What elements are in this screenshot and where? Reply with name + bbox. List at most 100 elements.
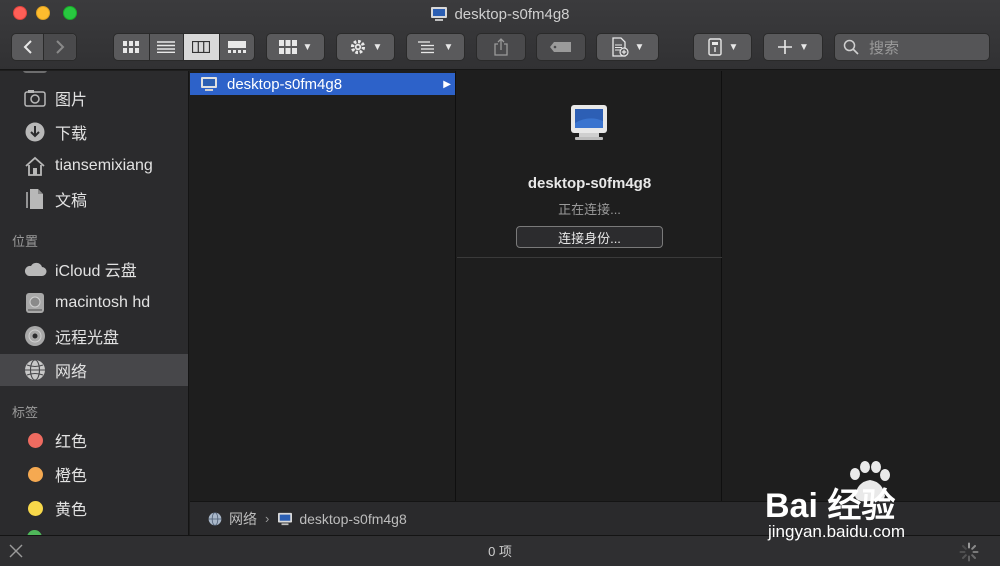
window-title-text: desktop-s0fm4g8 xyxy=(454,6,570,23)
sidebar-item-label: 橙色 xyxy=(55,468,88,485)
divider xyxy=(457,257,722,258)
group-by-button[interactable]: ▼ xyxy=(266,33,325,61)
icon-view-button[interactable] xyxy=(114,34,150,60)
usb-drive-icon xyxy=(707,38,722,56)
sidebar-item-tag-orange[interactable]: 橙色 xyxy=(0,458,188,490)
computer-icon xyxy=(278,512,293,525)
connect-as-button[interactable]: 连接身份... xyxy=(516,226,663,248)
column-view-button[interactable] xyxy=(184,34,220,60)
search-placeholder: 搜索 xyxy=(869,39,900,57)
download-icon xyxy=(23,120,47,144)
harddisk-icon xyxy=(23,291,47,315)
icloud-icon xyxy=(23,257,47,281)
red-tag-icon xyxy=(27,432,43,448)
yellow-tag-icon xyxy=(27,500,43,516)
chevron-right-icon xyxy=(56,40,65,54)
tags-button[interactable] xyxy=(536,33,586,61)
path-item-computer[interactable]: desktop-s0fm4g8 xyxy=(277,510,407,527)
sidebar-item-label: tiansemixiang xyxy=(55,157,153,174)
action-button[interactable]: ▼ xyxy=(336,33,395,61)
sidebar-item-label: 图片 xyxy=(55,92,88,109)
group-grid-icon xyxy=(278,40,297,54)
computer-large-icon xyxy=(569,103,609,148)
path-item-label: desktop-s0fm4g8 xyxy=(299,510,407,527)
search-field[interactable]: 搜索 xyxy=(834,33,990,61)
gear-icon xyxy=(350,39,365,55)
sidebar-item-remote-disc[interactable]: 远程光盘 xyxy=(0,320,188,352)
sidebar-item-tag-yellow[interactable]: 黄色 xyxy=(0,492,188,524)
new-document-button[interactable]: ▼ xyxy=(596,33,659,61)
navigation-group xyxy=(11,33,77,61)
sidebar-item-pictures[interactable]: 图片 xyxy=(0,82,188,114)
search-icon xyxy=(843,39,859,55)
chevron-down-icon: ▼ xyxy=(728,41,739,53)
preview-pane: desktop-s0fm4g8 正在连接... 连接身份... xyxy=(457,71,722,501)
gallery-view-button[interactable] xyxy=(220,34,255,60)
network-icon xyxy=(23,358,47,382)
partial-item-icon xyxy=(23,71,47,73)
column-network: desktop-s0fm4g8 ▶ xyxy=(190,71,456,501)
list-icon xyxy=(157,41,176,53)
sidebar-item-label: macintosh hd xyxy=(55,294,151,311)
disclosure-arrow-icon: ▶ xyxy=(443,78,451,90)
list-item-label: desktop-s0fm4g8 xyxy=(227,75,343,93)
computer-icon xyxy=(430,6,448,28)
chevron-left-icon xyxy=(23,40,32,54)
documents-icon xyxy=(23,187,47,211)
tag-icon xyxy=(550,42,571,52)
chevron-down-icon: ▼ xyxy=(634,41,645,53)
sidebar-item-documents[interactable]: 文稿 xyxy=(0,183,188,215)
preview-name: desktop-s0fm4g8 xyxy=(527,175,652,192)
photos-icon xyxy=(23,86,47,110)
sidebar-item-label: iCloud 云盘 xyxy=(55,263,137,280)
home-icon xyxy=(23,154,47,178)
sidebar-item-label: 下载 xyxy=(55,126,88,143)
sidebar-item-icloud[interactable]: iCloud 云盘 xyxy=(0,253,188,285)
sidebar-item-tag-red[interactable]: 红色 xyxy=(0,424,188,456)
spinner-icon xyxy=(959,542,979,566)
chevron-down-icon: ▼ xyxy=(302,41,313,53)
network-icon xyxy=(208,511,222,526)
path-item-label: 网络 xyxy=(229,510,257,527)
baidu-jingyan-watermark: Bai 经验 jingyan.baidu.com xyxy=(765,460,995,545)
tags-header: 标签 xyxy=(12,405,39,420)
list-view-button[interactable] xyxy=(150,34,185,60)
document-add-icon xyxy=(611,37,629,57)
orange-tag-icon xyxy=(27,466,43,482)
locations-header: 位置 xyxy=(12,234,39,249)
sidebar: 图片 下载 tiansemixiang 文稿 位置 iCloud 云盘 maci… xyxy=(0,71,189,535)
computer-icon xyxy=(200,76,218,97)
chevron-down-icon: ▼ xyxy=(443,41,454,53)
window-title: desktop-s0fm4g8 xyxy=(0,5,1000,25)
list-item-selected[interactable]: desktop-s0fm4g8 ▶ xyxy=(190,73,455,95)
preview-status: 正在连接... xyxy=(558,202,621,217)
arrange-button[interactable]: ▼ xyxy=(406,33,465,61)
sidebar-item-label: 红色 xyxy=(55,434,88,451)
path-item-network[interactable]: 网络 xyxy=(208,509,257,529)
plus-icon xyxy=(778,40,793,54)
back-button[interactable] xyxy=(12,34,45,60)
disc-icon xyxy=(23,324,47,348)
gallery-icon xyxy=(227,41,246,53)
share-button[interactable] xyxy=(476,33,526,61)
device-button[interactable]: ▼ xyxy=(693,33,752,61)
sidebar-item-home[interactable]: tiansemixiang xyxy=(0,150,188,182)
sidebar-item-label: 网络 xyxy=(55,364,88,381)
add-button[interactable]: ▼ xyxy=(763,33,823,61)
path-separator-icon: › xyxy=(265,511,270,526)
sidebar-item-label: 远程光盘 xyxy=(55,330,120,347)
sidebar-item-label: 黄色 xyxy=(55,502,88,519)
share-icon xyxy=(494,38,508,56)
grid-icon xyxy=(123,41,140,53)
watermark-brand: Bai 经验 xyxy=(765,487,896,525)
sidebar-item-label: 文稿 xyxy=(55,193,88,210)
window-toolbar: desktop-s0fm4g8 ▼ ▼ ▼ ▼ ▼ ▼ 搜索 xyxy=(0,0,1000,70)
chevron-down-icon: ▼ xyxy=(372,41,383,53)
chevron-down-icon: ▼ xyxy=(799,41,809,53)
sidebar-item-network[interactable]: 网络 xyxy=(0,354,188,386)
forward-button[interactable] xyxy=(44,34,76,60)
sidebar-item-downloads[interactable]: 下载 xyxy=(0,116,188,148)
sidebar-item-macintosh-hd[interactable]: macintosh hd xyxy=(0,287,188,319)
watermark-url: jingyan.baidu.com xyxy=(768,522,906,541)
columns-icon xyxy=(192,41,211,53)
